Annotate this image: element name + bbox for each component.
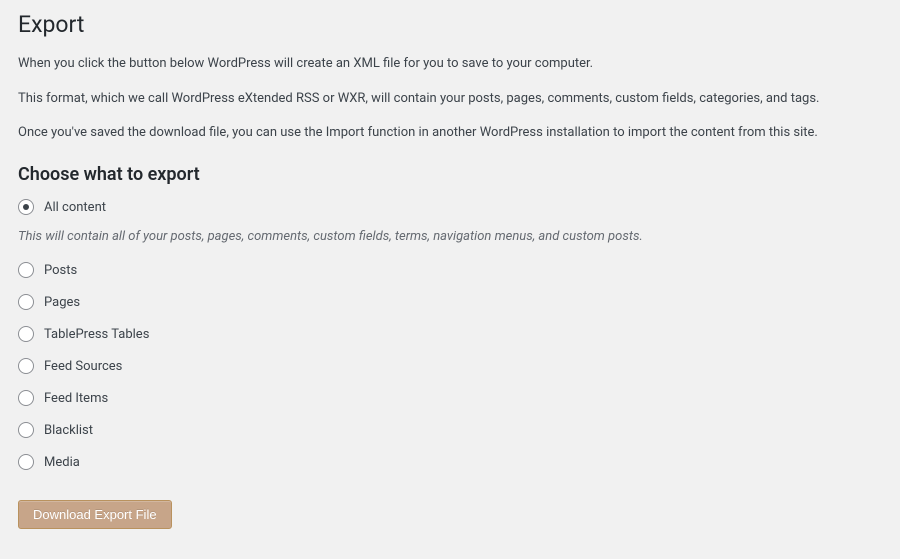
section-title: Choose what to export: [18, 164, 882, 185]
radio-label: Blacklist: [44, 423, 93, 438]
radio-pages[interactable]: Pages: [18, 294, 882, 310]
download-export-file-button[interactable]: Download Export File: [18, 500, 172, 529]
radio-tablepress-tables[interactable]: TablePress Tables: [18, 326, 882, 342]
radio-label: Feed Sources: [44, 359, 122, 374]
radio-label: All content: [44, 200, 106, 215]
radio-feed-sources[interactable]: Feed Sources: [18, 358, 882, 374]
radio-icon: [18, 422, 34, 438]
radio-blacklist[interactable]: Blacklist: [18, 422, 882, 438]
radio-label: Media: [44, 455, 80, 470]
radio-feed-items[interactable]: Feed Items: [18, 390, 882, 406]
all-content-description: This will contain all of your posts, pag…: [18, 229, 882, 244]
radio-icon: [18, 358, 34, 374]
radio-icon: [18, 262, 34, 278]
radio-icon: [18, 454, 34, 470]
intro-paragraph-1: When you click the button below WordPres…: [18, 54, 882, 75]
radio-icon: [18, 199, 34, 215]
radio-all-content[interactable]: All content: [18, 199, 882, 215]
page-title: Export: [18, 10, 882, 40]
radio-posts[interactable]: Posts: [18, 262, 882, 278]
radio-label: TablePress Tables: [44, 327, 149, 342]
intro-paragraph-2: This format, which we call WordPress eXt…: [18, 89, 882, 110]
radio-media[interactable]: Media: [18, 454, 882, 470]
intro-paragraph-3: Once you've saved the download file, you…: [18, 123, 882, 144]
radio-label: Pages: [44, 295, 80, 310]
radio-label: Feed Items: [44, 391, 108, 406]
radio-icon: [18, 390, 34, 406]
radio-icon: [18, 294, 34, 310]
radio-label: Posts: [44, 263, 77, 278]
radio-icon: [18, 326, 34, 342]
